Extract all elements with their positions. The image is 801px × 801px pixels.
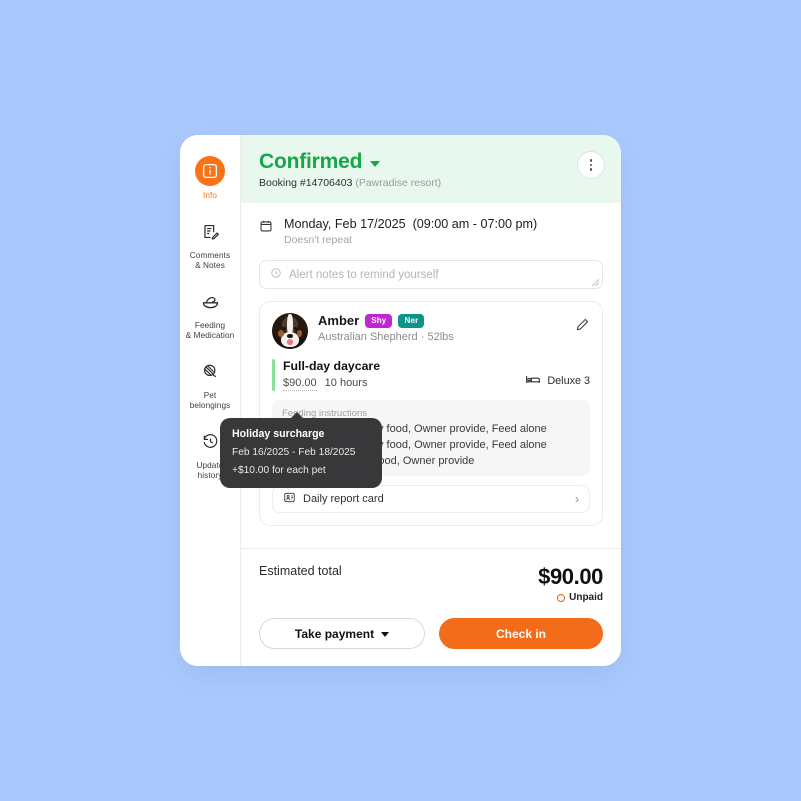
estimated-total-amount: $90.00 bbox=[538, 564, 603, 589]
sidebar-item-label: Info bbox=[202, 191, 218, 200]
booking-date: Monday, Feb 17/2025 bbox=[284, 217, 406, 231]
service-title: Full-day daycare bbox=[283, 359, 381, 373]
check-in-button[interactable]: Check in bbox=[439, 618, 603, 649]
holiday-surcharge-tooltip: Holiday surcharge Feb 16/2025 - Feb 18/2… bbox=[220, 412, 382, 488]
booking-reference: Booking #14706403 (Pawradise resort) bbox=[259, 177, 603, 189]
sidebar-item-label: Pet belongings bbox=[189, 391, 231, 410]
chevron-down-icon bbox=[381, 632, 390, 637]
status-dropdown-chevron-down-icon[interactable] bbox=[370, 160, 381, 167]
pet-breed-weight: Australian Shepherd · 52lbs bbox=[318, 331, 454, 343]
take-payment-button[interactable]: Take payment bbox=[259, 618, 425, 649]
main-panel: Confirmed Booking #14706403 (Pawradise r… bbox=[241, 135, 621, 666]
payment-status-label: Unpaid bbox=[569, 592, 603, 603]
pet-tag-shy: Shy bbox=[365, 313, 393, 328]
pet-name: Amber bbox=[318, 313, 360, 328]
sidebar-item-belongings[interactable]: Pet belongings bbox=[180, 349, 241, 419]
booking-detail-card: Info Comments & Notes Feeding & Medicati… bbox=[180, 135, 621, 666]
alert-notes-placeholder: Alert notes to remind yourself bbox=[289, 268, 439, 281]
room-assignment: Deluxe 3 bbox=[525, 373, 590, 389]
room-label: Deluxe 3 bbox=[547, 375, 590, 387]
total-row: Estimated total $90.00 Unpaid bbox=[259, 564, 603, 603]
screen: Info Comments & Notes Feeding & Medicati… bbox=[0, 0, 801, 801]
booking-status: Confirmed bbox=[259, 150, 363, 173]
sidebar-nav: Info Comments & Notes Feeding & Medicati… bbox=[180, 135, 241, 666]
total-right: $90.00 Unpaid bbox=[538, 564, 603, 603]
bed-icon bbox=[525, 373, 541, 389]
sidebar-item-label: Comments & Notes bbox=[189, 251, 231, 270]
booking-body: Monday, Feb 17/2025 (09:00 am - 07:00 pm… bbox=[241, 203, 621, 548]
booking-date-time: Monday, Feb 17/2025 (09:00 am - 07:00 pm… bbox=[284, 217, 537, 231]
service-price[interactable]: $90.00 bbox=[283, 377, 317, 391]
resort-name: (Pawradise resort) bbox=[355, 177, 442, 189]
pet-name-row: Amber Shy Ner bbox=[318, 313, 454, 328]
sidebar-item-label: Feeding & Medication bbox=[185, 321, 235, 340]
pet-header: Amber Shy Ner Australian Shepherd · 52lb… bbox=[272, 313, 590, 349]
pencil-edit-icon[interactable] bbox=[575, 317, 590, 337]
info-square-icon bbox=[195, 156, 225, 186]
tooltip-date-range: Feb 16/2025 - Feb 18/2025 bbox=[232, 447, 356, 458]
calendar-icon bbox=[259, 219, 273, 238]
pet-booking-card: Amber Shy Ner Australian Shepherd · 52lb… bbox=[259, 301, 603, 526]
tooltip-title: Holiday surcharge bbox=[232, 428, 325, 440]
booking-footer: Estimated total $90.00 Unpaid Take payme… bbox=[241, 548, 621, 666]
alert-notes-input[interactable]: Alert notes to remind yourself bbox=[259, 260, 603, 289]
booking-repeat: Doesn't repeat bbox=[284, 234, 352, 246]
service-duration: 10 hours bbox=[324, 377, 368, 389]
booking-time: (09:00 am - 07:00 pm) bbox=[412, 217, 538, 231]
report-card-icon bbox=[283, 491, 296, 507]
status-badge: Unpaid bbox=[538, 592, 603, 603]
status-row: Confirmed bbox=[259, 150, 603, 174]
sidebar-item-comments[interactable]: Comments & Notes bbox=[180, 209, 241, 279]
daily-report-card-label: Daily report card bbox=[303, 493, 384, 505]
action-buttons: Take payment Check in bbox=[259, 618, 603, 649]
daily-report-card-row[interactable]: Daily report card › bbox=[272, 485, 590, 513]
sidebar-item-feeding[interactable]: Feeding & Medication bbox=[180, 279, 241, 349]
avatar bbox=[272, 313, 308, 349]
sidebar-item-info[interactable]: Info bbox=[180, 149, 241, 209]
alert-clock-icon bbox=[270, 266, 282, 284]
textarea-resize-handle[interactable] bbox=[592, 279, 599, 286]
food-bowl-icon bbox=[195, 286, 225, 316]
pet-tag-ner: Ner bbox=[398, 313, 425, 328]
estimated-total-label: Estimated total bbox=[259, 564, 342, 578]
service-block: Full-day daycare $90.00 10 hours Deluxe … bbox=[272, 359, 590, 391]
notes-edit-icon bbox=[195, 216, 225, 246]
schedule-row: Monday, Feb 17/2025 (09:00 am - 07:00 pm… bbox=[259, 217, 603, 246]
service-accent-bar bbox=[272, 359, 275, 391]
unpaid-ring-icon bbox=[557, 593, 566, 602]
tooltip-amount: +$10.00 for each pet bbox=[232, 465, 326, 476]
booking-number: Booking #14706403 bbox=[259, 177, 353, 189]
status-header: Confirmed Booking #14706403 (Pawradise r… bbox=[241, 135, 621, 203]
take-payment-label: Take payment bbox=[294, 626, 375, 641]
chevron-right-icon: › bbox=[575, 492, 579, 506]
kebab-menu-icon[interactable] bbox=[577, 151, 605, 179]
yarn-ball-icon bbox=[195, 356, 225, 386]
